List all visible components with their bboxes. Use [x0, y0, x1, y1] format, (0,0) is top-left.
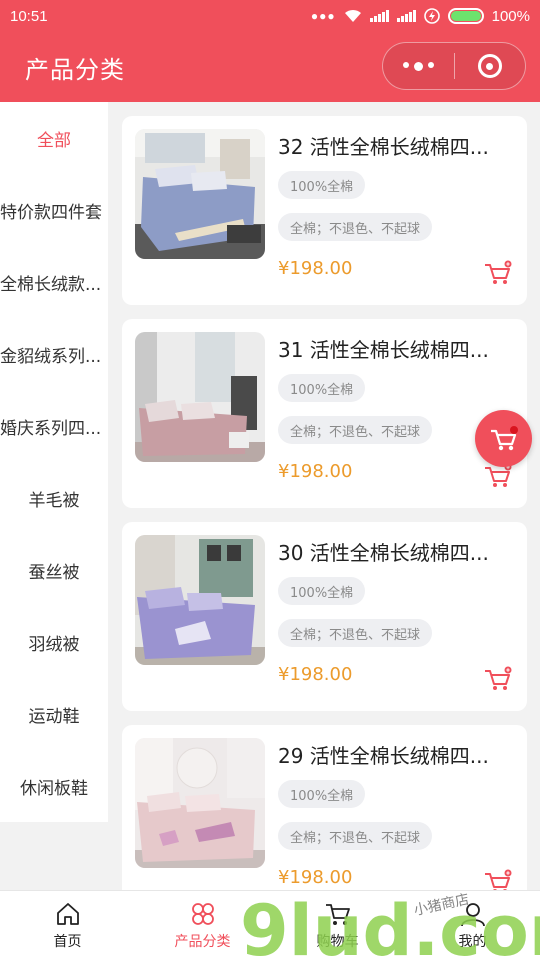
tab-label: 购物车	[316, 934, 359, 950]
sidebar-item-wedding[interactable]: 婚庆系列四...	[0, 390, 108, 462]
sidebar-item-casual-shoes[interactable]: 休闲板鞋	[0, 750, 108, 822]
tab-category[interactable]: 产品分类	[135, 891, 270, 960]
status-bar: 10:51 ●●● 100%	[0, 0, 540, 32]
user-icon	[460, 903, 485, 927]
product-title[interactable]: 29 活性全棉长绒棉四...	[278, 740, 514, 769]
product-card[interactable]: 29 活性全棉长绒棉四... 100%全棉 全棉；不退色、不起球 ¥198.00	[122, 725, 527, 914]
status-indicators: ●●● 100%	[311, 8, 530, 25]
cart-icon	[325, 904, 350, 925]
product-tag: 全棉；不退色、不起球	[278, 416, 433, 444]
product-tag: 全棉；不退色、不起球	[278, 822, 433, 850]
charging-icon	[423, 8, 440, 24]
sidebar-item-mink-velvet[interactable]: 金貂绒系列...	[0, 318, 108, 390]
sidebar-item-down-quilt[interactable]: 羽绒被	[0, 606, 108, 678]
product-card[interactable]: 30 活性全棉长绒棉四... 100%全棉 全棉；不退色、不起球 ¥198.00	[122, 522, 527, 711]
home-icon	[56, 903, 79, 925]
product-tag: 全棉；不退色、不起球	[278, 619, 433, 647]
product-card[interactable]: 31 活性全棉长绒棉四... 100%全棉 全棉；不退色、不起球 ¥198.00	[122, 319, 527, 508]
more-icon[interactable]	[383, 61, 454, 71]
sidebar-item-wool-quilt[interactable]: 羊毛被	[0, 462, 108, 534]
tab-label: 首页	[53, 934, 82, 950]
nav-bar: 产品分类	[0, 32, 540, 102]
notification-dots-icon: ●●●	[310, 9, 336, 23]
product-tag: 100%全棉	[278, 374, 366, 402]
product-image[interactable]	[135, 535, 265, 665]
product-price: ¥198.00	[278, 461, 353, 482]
tab-home[interactable]: 首页	[0, 891, 135, 960]
tab-label: 我的	[458, 934, 487, 950]
status-time: 10:51	[10, 7, 48, 25]
product-price: ¥198.00	[278, 258, 353, 279]
page-title: 产品分类	[25, 55, 125, 84]
signal-1-icon	[369, 10, 389, 22]
product-tag: 100%全棉	[278, 780, 366, 808]
tab-cart[interactable]: 购物车	[270, 891, 405, 960]
product-image[interactable]	[135, 738, 265, 868]
battery-level: 100%	[491, 7, 530, 25]
sidebar-item-special-offer[interactable]: 特价款四件套	[0, 174, 108, 246]
sidebar-item-silk-quilt[interactable]: 蚕丝被	[0, 534, 108, 606]
product-title[interactable]: 31 活性全棉长绒棉四...	[278, 334, 514, 363]
tab-profile[interactable]: 我的	[405, 891, 540, 960]
product-tag: 全棉；不退色、不起球	[278, 213, 433, 241]
add-to-cart-icon[interactable]	[483, 463, 513, 489]
product-tag: 100%全棉	[278, 171, 366, 199]
battery-icon	[447, 8, 484, 24]
product-tag: 100%全棉	[278, 577, 366, 605]
product-price: ¥198.00	[278, 867, 353, 888]
product-list: 32 活性全棉长绒棉四... 100%全棉 全棉；不退色、不起球 ¥198.00	[122, 116, 527, 928]
cart-icon	[490, 425, 518, 450]
product-price: ¥198.00	[278, 664, 353, 685]
product-image[interactable]	[135, 129, 265, 259]
category-sidebar: 全部 特价款四件套 全棉长绒款... 金貂绒系列... 婚庆系列四... 羊毛被…	[0, 102, 108, 822]
wifi-icon	[344, 9, 361, 22]
close-mini-program-icon[interactable]	[455, 54, 526, 78]
product-title[interactable]: 32 活性全棉长绒棉四...	[278, 131, 514, 160]
sidebar-item-long-staple-cotton[interactable]: 全棉长绒款...	[0, 246, 108, 318]
floating-cart-button[interactable]	[475, 410, 532, 467]
product-card[interactable]: 32 活性全棉长绒棉四... 100%全棉 全棉；不退色、不起球 ¥198.00	[122, 116, 527, 305]
product-title[interactable]: 30 活性全棉长绒棉四...	[278, 537, 514, 566]
bottom-tab-bar: 首页 产品分类 购物车 我的	[0, 890, 540, 960]
add-to-cart-icon[interactable]	[483, 666, 513, 692]
tab-label: 产品分类	[174, 934, 231, 950]
category-icon	[191, 903, 214, 925]
sidebar-item-sneakers[interactable]: 运动鞋	[0, 678, 108, 750]
mini-program-capsule	[382, 42, 526, 90]
product-image[interactable]	[135, 332, 265, 462]
sidebar-item-all[interactable]: 全部	[0, 102, 108, 174]
signal-2-icon	[396, 10, 416, 22]
add-to-cart-icon[interactable]	[483, 260, 513, 286]
